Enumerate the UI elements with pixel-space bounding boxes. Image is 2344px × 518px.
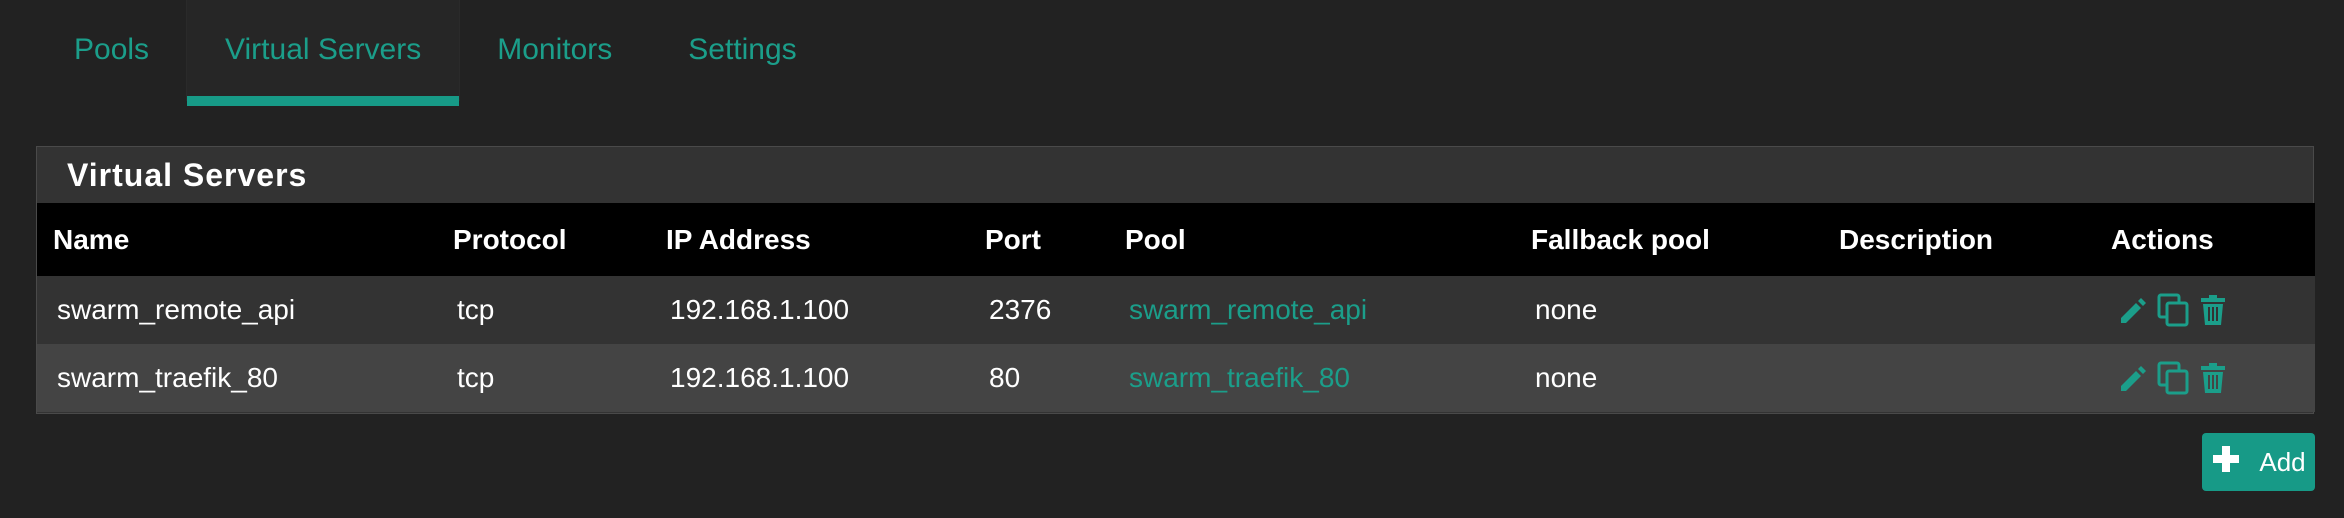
cell-pool-link[interactable]: swarm_traefik_80 <box>1109 344 1515 412</box>
edit-icon[interactable] <box>2115 360 2151 396</box>
cell-fallback-pool: none <box>1535 294 1598 325</box>
column-header-port[interactable]: Port <box>969 203 1109 276</box>
virtual-servers-panel: Virtual Servers Name Protocol IP Address… <box>36 146 2315 414</box>
column-header-actions: Actions <box>2111 223 2214 255</box>
cell-actions <box>2095 276 2315 344</box>
column-header-ip-address[interactable]: IP Address <box>650 203 969 276</box>
cell-port: 2376 <box>989 294 1052 325</box>
copy-icon[interactable] <box>2155 360 2191 396</box>
delete-icon[interactable] <box>2195 360 2231 396</box>
cell-ip-address: 192.168.1.100 <box>670 294 850 325</box>
cell-name: swarm_remote_api <box>57 294 296 325</box>
cell-fallback-pool: none <box>1535 362 1598 393</box>
cell-protocol: tcp <box>457 294 495 325</box>
column-header-description[interactable]: Description <box>1823 203 2095 276</box>
cell-description <box>1823 344 2095 412</box>
panel-title: Virtual Servers <box>67 156 308 193</box>
table-header-row: Name Protocol IP Address Port Pool Fallb… <box>37 203 2315 276</box>
tab-pools[interactable]: Pools <box>36 0 187 100</box>
add-button-label: Add <box>2259 446 2306 477</box>
cell-name: swarm_traefik_80 <box>57 362 278 393</box>
cell-pool-link[interactable]: swarm_remote_api <box>1109 276 1515 344</box>
tab-virtual-servers[interactable]: Virtual Servers <box>187 0 460 106</box>
column-header-name[interactable]: Name <box>37 203 437 276</box>
edit-icon[interactable] <box>2115 292 2151 328</box>
cell-actions <box>2095 344 2315 412</box>
delete-icon[interactable] <box>2195 292 2231 328</box>
column-header-pool[interactable]: Pool <box>1109 203 1515 276</box>
column-header-protocol[interactable]: Protocol <box>437 203 650 276</box>
tab-monitors[interactable]: Monitors <box>459 0 650 100</box>
cell-description <box>1823 276 2095 344</box>
plus-icon <box>2211 444 2241 481</box>
cell-port: 80 <box>989 362 1021 393</box>
cell-ip-address: 192.168.1.100 <box>670 362 850 393</box>
cell-protocol: tcp <box>457 362 495 393</box>
copy-icon[interactable] <box>2155 292 2191 328</box>
add-button[interactable]: Add <box>2202 433 2315 491</box>
tab-bar: Pools Virtual Servers Monitors Settings <box>36 0 835 106</box>
table-row: swarm_traefik_80 tcp 192.168.1.100 80 sw… <box>37 344 2315 412</box>
tab-settings[interactable]: Settings <box>650 0 834 100</box>
virtual-servers-table: Name Protocol IP Address Port Pool Fallb… <box>37 203 2315 412</box>
table-row: swarm_remote_api tcp 192.168.1.100 2376 … <box>37 276 2315 344</box>
column-header-fallback-pool[interactable]: Fallback pool <box>1515 203 1823 276</box>
